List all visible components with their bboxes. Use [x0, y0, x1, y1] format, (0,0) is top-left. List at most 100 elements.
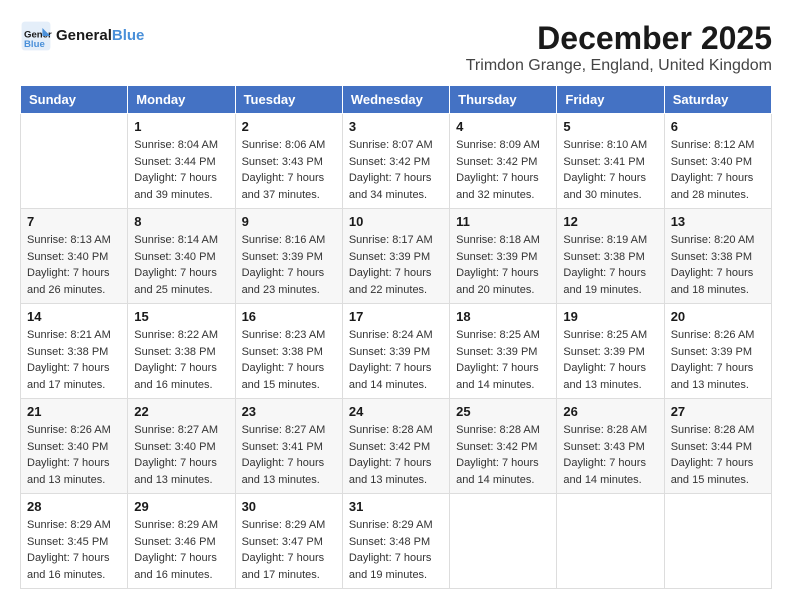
calendar-week-4: 21 Sunrise: 8:26 AM Sunset: 3:40 PM Dayl… [21, 399, 772, 494]
sunrise: Sunrise: 8:29 AM [134, 517, 228, 534]
day-info: Sunrise: 8:29 AM Sunset: 3:48 PM Dayligh… [349, 517, 443, 583]
sunset: Sunset: 3:38 PM [563, 249, 657, 266]
day-info: Sunrise: 8:28 AM Sunset: 3:42 PM Dayligh… [349, 422, 443, 488]
day-number: 7 [27, 214, 121, 229]
col-wednesday: Wednesday [342, 86, 449, 114]
sunrise: Sunrise: 8:29 AM [349, 517, 443, 534]
sunset: Sunset: 3:44 PM [134, 154, 228, 171]
calendar-cell-w4-d3: 23 Sunrise: 8:27 AM Sunset: 3:41 PM Dayl… [235, 399, 342, 494]
day-info: Sunrise: 8:18 AM Sunset: 3:39 PM Dayligh… [456, 232, 550, 298]
daylight: Daylight: 7 hours and 13 minutes. [349, 455, 443, 488]
day-number: 3 [349, 119, 443, 134]
day-number: 4 [456, 119, 550, 134]
day-number: 28 [27, 499, 121, 514]
day-number: 1 [134, 119, 228, 134]
calendar-cell-w5-d2: 29 Sunrise: 8:29 AM Sunset: 3:46 PM Dayl… [128, 494, 235, 589]
page-header: General Blue GeneralBlue December 2025 T… [20, 20, 772, 75]
day-info: Sunrise: 8:23 AM Sunset: 3:38 PM Dayligh… [242, 327, 336, 393]
daylight: Daylight: 7 hours and 13 minutes. [242, 455, 336, 488]
day-info: Sunrise: 8:21 AM Sunset: 3:38 PM Dayligh… [27, 327, 121, 393]
sunrise: Sunrise: 8:21 AM [27, 327, 121, 344]
sunrise: Sunrise: 8:06 AM [242, 137, 336, 154]
calendar-cell-w3-d6: 19 Sunrise: 8:25 AM Sunset: 3:39 PM Dayl… [557, 304, 664, 399]
day-info: Sunrise: 8:28 AM Sunset: 3:43 PM Dayligh… [563, 422, 657, 488]
day-number: 6 [671, 119, 765, 134]
sunset: Sunset: 3:38 PM [242, 344, 336, 361]
day-info: Sunrise: 8:27 AM Sunset: 3:41 PM Dayligh… [242, 422, 336, 488]
col-thursday: Thursday [450, 86, 557, 114]
daylight: Daylight: 7 hours and 37 minutes. [242, 170, 336, 203]
daylight: Daylight: 7 hours and 14 minutes. [456, 455, 550, 488]
calendar-cell-w5-d5 [450, 494, 557, 589]
sunrise: Sunrise: 8:28 AM [456, 422, 550, 439]
sunrise: Sunrise: 8:12 AM [671, 137, 765, 154]
sunset: Sunset: 3:41 PM [242, 439, 336, 456]
daylight: Daylight: 7 hours and 16 minutes. [134, 360, 228, 393]
sunrise: Sunrise: 8:19 AM [563, 232, 657, 249]
calendar-cell-w2-d4: 10 Sunrise: 8:17 AM Sunset: 3:39 PM Dayl… [342, 209, 449, 304]
daylight: Daylight: 7 hours and 13 minutes. [671, 360, 765, 393]
sunset: Sunset: 3:42 PM [349, 154, 443, 171]
calendar-cell-w1-d1 [21, 114, 128, 209]
daylight: Daylight: 7 hours and 17 minutes. [242, 550, 336, 583]
daylight: Daylight: 7 hours and 14 minutes. [349, 360, 443, 393]
daylight: Daylight: 7 hours and 17 minutes. [27, 360, 121, 393]
calendar-cell-w5-d3: 30 Sunrise: 8:29 AM Sunset: 3:47 PM Dayl… [235, 494, 342, 589]
sunset: Sunset: 3:39 PM [563, 344, 657, 361]
day-info: Sunrise: 8:29 AM Sunset: 3:47 PM Dayligh… [242, 517, 336, 583]
col-sunday: Sunday [21, 86, 128, 114]
sunset: Sunset: 3:47 PM [242, 534, 336, 551]
sunset: Sunset: 3:40 PM [134, 439, 228, 456]
day-number: 8 [134, 214, 228, 229]
day-info: Sunrise: 8:25 AM Sunset: 3:39 PM Dayligh… [456, 327, 550, 393]
sunrise: Sunrise: 8:07 AM [349, 137, 443, 154]
day-info: Sunrise: 8:17 AM Sunset: 3:39 PM Dayligh… [349, 232, 443, 298]
daylight: Daylight: 7 hours and 16 minutes. [134, 550, 228, 583]
sunrise: Sunrise: 8:25 AM [563, 327, 657, 344]
calendar-cell-w5-d7 [664, 494, 771, 589]
sunrise: Sunrise: 8:28 AM [349, 422, 443, 439]
calendar-cell-w3-d4: 17 Sunrise: 8:24 AM Sunset: 3:39 PM Dayl… [342, 304, 449, 399]
daylight: Daylight: 7 hours and 19 minutes. [349, 550, 443, 583]
sunrise: Sunrise: 8:27 AM [242, 422, 336, 439]
daylight: Daylight: 7 hours and 16 minutes. [27, 550, 121, 583]
month-year: December 2025 [466, 20, 772, 57]
sunrise: Sunrise: 8:27 AM [134, 422, 228, 439]
sunset: Sunset: 3:39 PM [456, 249, 550, 266]
calendar-cell-w4-d6: 26 Sunrise: 8:28 AM Sunset: 3:43 PM Dayl… [557, 399, 664, 494]
day-number: 18 [456, 309, 550, 324]
day-info: Sunrise: 8:14 AM Sunset: 3:40 PM Dayligh… [134, 232, 228, 298]
col-friday: Friday [557, 86, 664, 114]
day-info: Sunrise: 8:25 AM Sunset: 3:39 PM Dayligh… [563, 327, 657, 393]
calendar-cell-w4-d1: 21 Sunrise: 8:26 AM Sunset: 3:40 PM Dayl… [21, 399, 128, 494]
sunrise: Sunrise: 8:17 AM [349, 232, 443, 249]
sunrise: Sunrise: 8:26 AM [27, 422, 121, 439]
calendar-cell-w2-d2: 8 Sunrise: 8:14 AM Sunset: 3:40 PM Dayli… [128, 209, 235, 304]
calendar-week-2: 7 Sunrise: 8:13 AM Sunset: 3:40 PM Dayli… [21, 209, 772, 304]
calendar-cell-w3-d2: 15 Sunrise: 8:22 AM Sunset: 3:38 PM Dayl… [128, 304, 235, 399]
daylight: Daylight: 7 hours and 13 minutes. [134, 455, 228, 488]
daylight: Daylight: 7 hours and 28 minutes. [671, 170, 765, 203]
calendar-cell-w4-d4: 24 Sunrise: 8:28 AM Sunset: 3:42 PM Dayl… [342, 399, 449, 494]
day-number: 9 [242, 214, 336, 229]
sunset: Sunset: 3:39 PM [671, 344, 765, 361]
day-info: Sunrise: 8:16 AM Sunset: 3:39 PM Dayligh… [242, 232, 336, 298]
sunset: Sunset: 3:39 PM [456, 344, 550, 361]
sunrise: Sunrise: 8:29 AM [242, 517, 336, 534]
day-number: 31 [349, 499, 443, 514]
sunset: Sunset: 3:48 PM [349, 534, 443, 551]
day-number: 11 [456, 214, 550, 229]
sunset: Sunset: 3:42 PM [349, 439, 443, 456]
day-number: 14 [27, 309, 121, 324]
day-number: 22 [134, 404, 228, 419]
sunset: Sunset: 3:38 PM [134, 344, 228, 361]
daylight: Daylight: 7 hours and 26 minutes. [27, 265, 121, 298]
day-info: Sunrise: 8:26 AM Sunset: 3:40 PM Dayligh… [27, 422, 121, 488]
daylight: Daylight: 7 hours and 20 minutes. [456, 265, 550, 298]
day-number: 19 [563, 309, 657, 324]
sunrise: Sunrise: 8:20 AM [671, 232, 765, 249]
calendar-table: Sunday Monday Tuesday Wednesday Thursday… [20, 85, 772, 589]
calendar-cell-w5-d6 [557, 494, 664, 589]
calendar-cell-w1-d2: 1 Sunrise: 8:04 AM Sunset: 3:44 PM Dayli… [128, 114, 235, 209]
day-info: Sunrise: 8:12 AM Sunset: 3:40 PM Dayligh… [671, 137, 765, 203]
